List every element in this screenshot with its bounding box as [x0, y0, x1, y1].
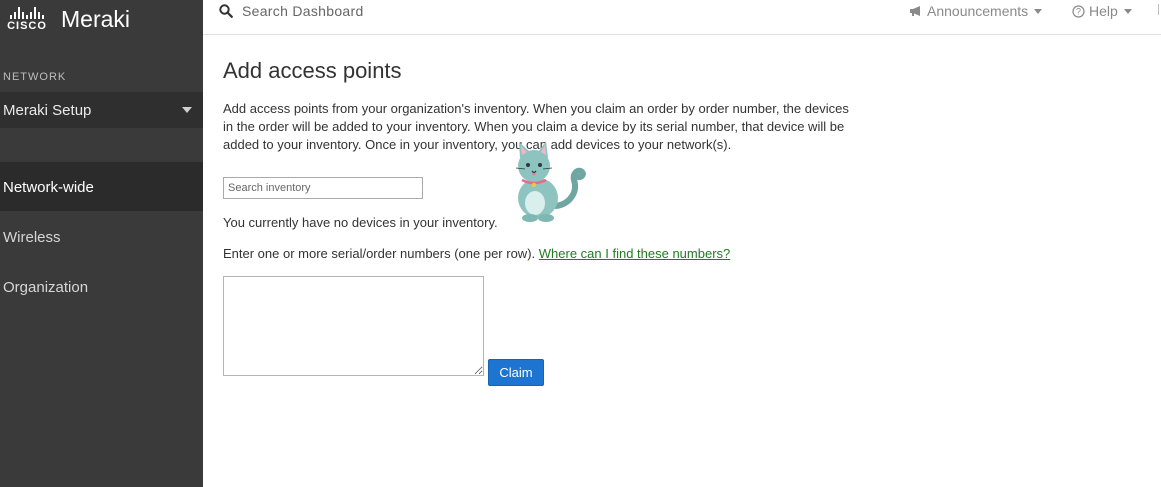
- question-circle-icon: ?: [1072, 4, 1085, 18]
- sidebar-item-network-wide[interactable]: Network-wide: [0, 163, 203, 211]
- dashboard-search[interactable]: Search Dashboard: [219, 3, 364, 19]
- sidebar-item-wireless[interactable]: Wireless: [0, 213, 203, 261]
- inventory-search-input[interactable]: [223, 177, 423, 199]
- brand-logo[interactable]: CISCO Meraki: [3, 4, 130, 34]
- cisco-wordmark: CISCO: [7, 19, 47, 32]
- cisco-logo-icon: CISCO: [3, 6, 51, 32]
- serial-instructions: Enter one or more serial/order numbers (…: [223, 246, 823, 261]
- announcements-menu[interactable]: Announcements: [909, 3, 1043, 19]
- topbar-edge-divider: [1158, 4, 1159, 15]
- megaphone-icon: [910, 6, 920, 16]
- page-title: Add access points: [223, 58, 402, 83]
- sidebar-item-label: Network-wide: [3, 178, 94, 196]
- find-numbers-link[interactable]: Where can I find these numbers?: [539, 246, 731, 261]
- svg-text:?: ?: [1076, 6, 1081, 16]
- product-name: Meraki: [61, 6, 131, 32]
- caret-down-icon: [1034, 8, 1043, 14]
- network-selector-label: Meraki Setup: [3, 101, 92, 119]
- serial-numbers-textarea[interactable]: [223, 276, 484, 376]
- search-dashboard-label: Search Dashboard: [242, 3, 364, 19]
- announcements-label: Announcements: [927, 3, 1029, 19]
- help-label: Help: [1089, 3, 1118, 19]
- top-bar: Search Dashboard Announcements ? Help: [203, 0, 1161, 35]
- sidebar-item-organization[interactable]: Organization: [0, 263, 203, 311]
- cat-illustration: [515, 141, 586, 222]
- help-menu[interactable]: ? Help: [1072, 3, 1132, 19]
- caret-down-icon: [182, 107, 192, 113]
- serial-instructions-text: Enter one or more serial/order numbers (…: [223, 246, 536, 261]
- network-section-label: NETWORK: [3, 71, 67, 83]
- caret-down-icon: [1123, 8, 1132, 14]
- claim-button[interactable]: Claim: [488, 359, 544, 386]
- sidebar-item-label: Wireless: [3, 228, 61, 246]
- network-selector[interactable]: Meraki Setup: [0, 92, 203, 128]
- sidebar: CISCO Meraki NETWORK Meraki Setup Networ…: [0, 0, 203, 487]
- sidebar-item-label: Organization: [3, 278, 89, 296]
- search-icon: [219, 4, 233, 18]
